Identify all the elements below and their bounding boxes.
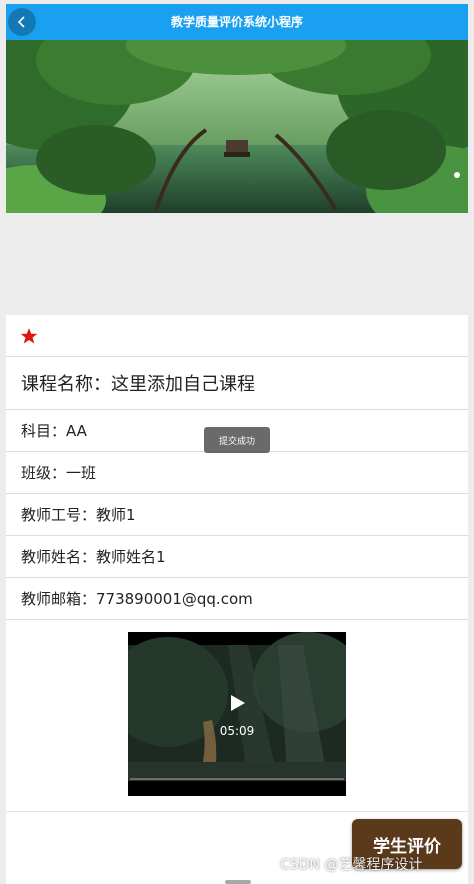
toast-message: 提交成功: [204, 427, 270, 453]
teacher-id-field: 教师工号：教师1: [6, 494, 468, 536]
video-poster: [108, 632, 363, 796]
home-indicator: [225, 880, 251, 884]
video-progress-track[interactable]: [130, 778, 344, 780]
video-player[interactable]: 05:09: [108, 632, 363, 796]
phone-screen: 教学质量评价系统小程序 课程名称：这里添加自己课程 科目：AA 班级：一班 教师…: [6, 0, 468, 884]
teacher-email-field: 教师邮箱：773890001@qq.com: [6, 578, 468, 620]
banner-carousel[interactable]: [6, 40, 468, 213]
page-title: 教学质量评价系统小程序: [170, 15, 303, 29]
teacher-name-field: 教师姓名：教师姓名1: [6, 536, 468, 578]
play-icon[interactable]: [230, 694, 246, 712]
course-detail-card: 课程名称：这里添加自己课程 科目：AA 班级：一班 教师工号：教师1 教师姓名：…: [6, 315, 468, 884]
course-name: 课程名称：这里添加自己课程: [6, 357, 468, 410]
video-duration: 05:09: [219, 724, 255, 738]
class-field: 班级：一班: [6, 452, 468, 494]
watermark: CSDN @艺馨程序设计: [280, 857, 423, 873]
banner-image: [6, 40, 468, 213]
section-divider: [6, 811, 468, 812]
carousel-indicator-dot[interactable]: [454, 172, 460, 178]
star-icon[interactable]: [20, 327, 38, 345]
favorite-row: [6, 315, 468, 357]
navigation-bar: 教学质量评价系统小程序: [6, 4, 468, 40]
